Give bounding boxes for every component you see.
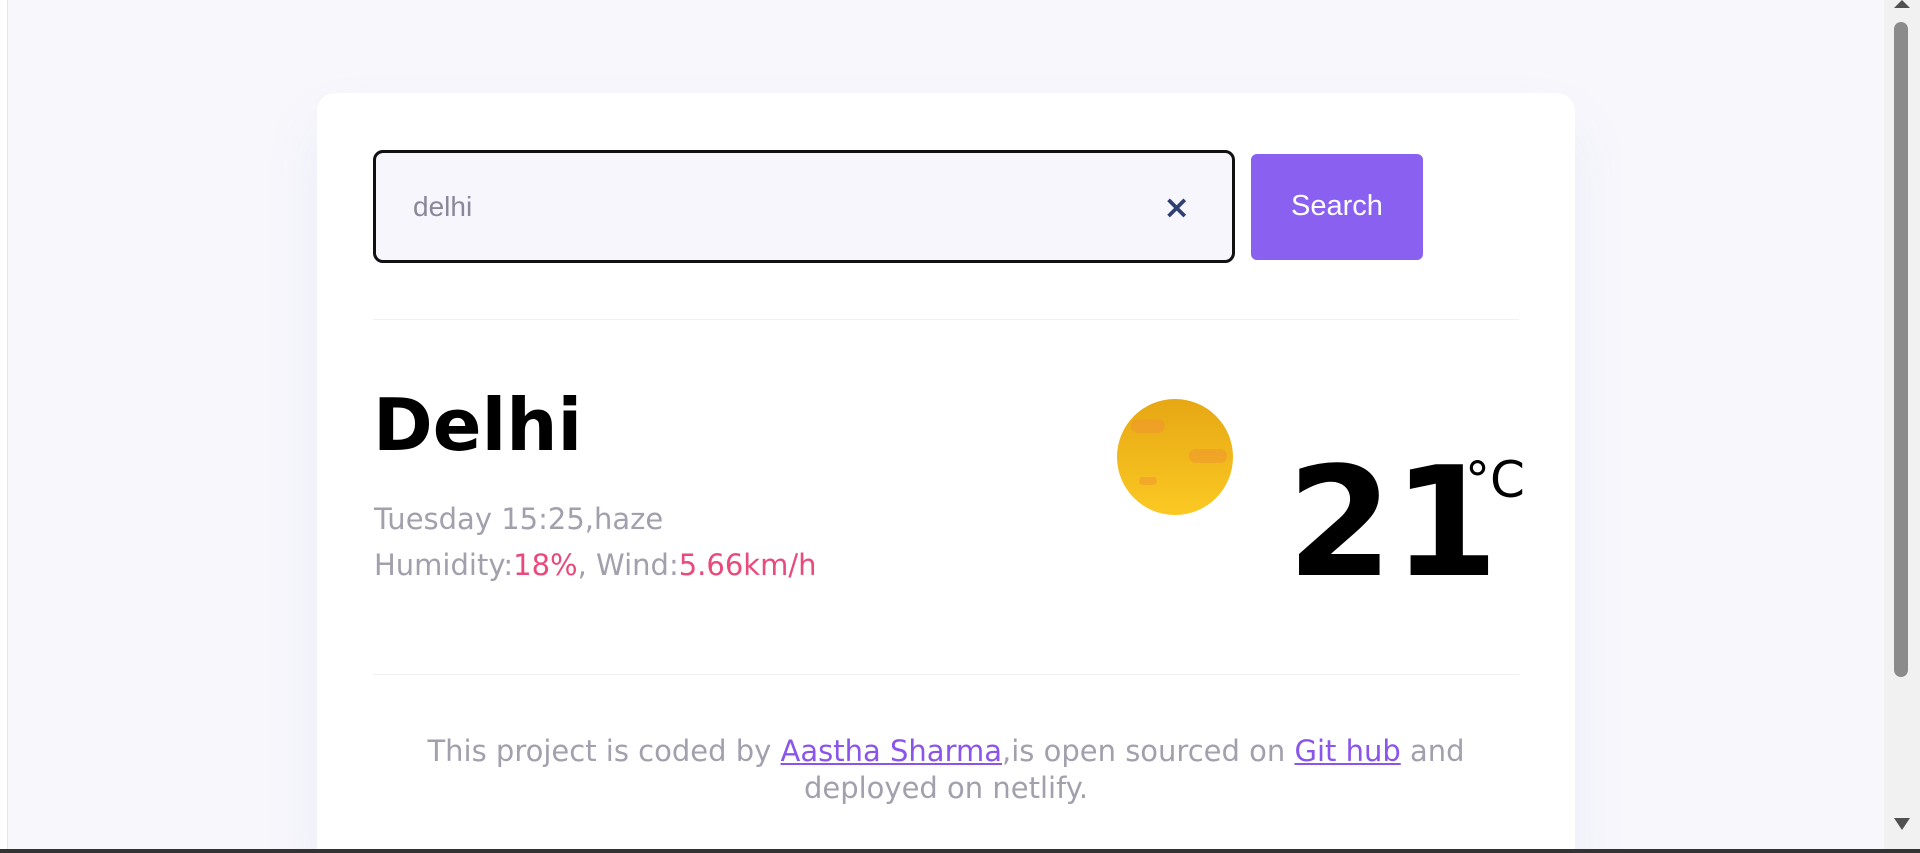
clear-icon[interactable]: × bbox=[1163, 191, 1190, 223]
wind-label: , Wind: bbox=[577, 548, 679, 582]
weather-details: Tuesday 15:25,haze Humidity:18%, Wind:5.… bbox=[374, 496, 816, 588]
search-button[interactable]: Search bbox=[1251, 153, 1423, 260]
humidity-label: Humidity: bbox=[374, 548, 514, 582]
left-edge bbox=[0, 0, 8, 853]
search-box: × bbox=[373, 150, 1235, 263]
city-name: Delhi bbox=[373, 383, 583, 467]
date-time: Tuesday 15:25 bbox=[374, 502, 585, 536]
date-condition-line: Tuesday 15:25,haze bbox=[374, 502, 664, 536]
haze-sun-icon bbox=[1117, 399, 1233, 515]
scrollbar[interactable] bbox=[1884, 0, 1920, 849]
divider bbox=[373, 674, 1519, 675]
condition-text: haze bbox=[594, 502, 664, 536]
search-input[interactable] bbox=[376, 153, 1136, 260]
divider bbox=[373, 319, 1519, 320]
scroll-up-icon[interactable] bbox=[1894, 0, 1910, 8]
footer-text: ,is open sourced on bbox=[1002, 734, 1295, 768]
humidity-wind-line: Humidity:18%, Wind:5.66km/h bbox=[374, 542, 816, 588]
bottom-edge bbox=[0, 849, 1920, 853]
footer-text: This project is coded by bbox=[427, 734, 781, 768]
scroll-down-icon[interactable] bbox=[1894, 818, 1910, 830]
temperature-unit: °C bbox=[1465, 451, 1525, 509]
weather-card: × Search Delhi Tuesday 15:25,haze Humidi… bbox=[317, 93, 1575, 853]
search-form: × Search bbox=[373, 150, 1423, 263]
github-link[interactable]: Git hub bbox=[1294, 734, 1400, 768]
footer-credit: This project is coded by Aastha Sharma,i… bbox=[373, 733, 1519, 807]
wind-value: 5.66km/h bbox=[678, 548, 817, 582]
scroll-thumb[interactable] bbox=[1894, 22, 1908, 677]
author-link[interactable]: Aastha Sharma bbox=[781, 734, 1002, 768]
humidity-value: 18% bbox=[513, 548, 578, 582]
